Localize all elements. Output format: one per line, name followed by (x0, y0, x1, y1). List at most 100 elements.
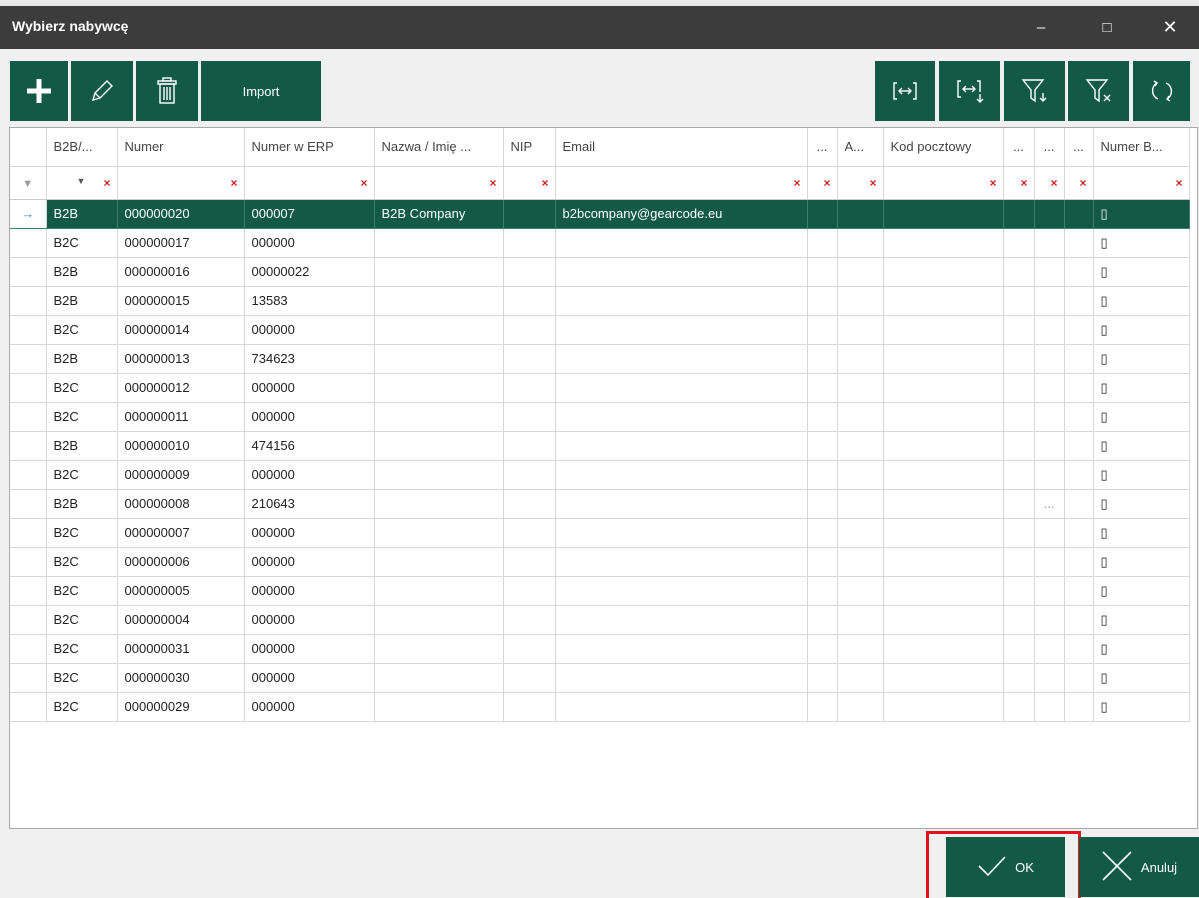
column-header[interactable]: NIP (503, 128, 556, 167)
clear-filter-icon[interactable]: × (989, 176, 996, 190)
clear-filter-icon[interactable]: × (103, 176, 110, 190)
dialog-footer: OK Anuluj (0, 829, 1199, 898)
table-row[interactable]: B2C 000000006 000000 ▯ (10, 547, 1190, 577)
plus-icon (26, 78, 52, 104)
column-header[interactable]: Numer w ERP (244, 128, 375, 167)
table-row[interactable]: B2B 000000016 00000022 ▯ (10, 257, 1190, 287)
table-cell (807, 315, 838, 345)
table-row[interactable]: B2C 000000030 000000 ▯ (10, 663, 1190, 693)
table-cell: ▯ (1093, 518, 1190, 548)
clear-filter-icon[interactable]: × (1175, 176, 1182, 190)
table-cell (1034, 663, 1065, 693)
clear-filter-icon[interactable]: × (489, 176, 496, 190)
filter-add-icon (1021, 77, 1049, 105)
clear-filter-icon[interactable]: × (1020, 176, 1027, 190)
filter-cell[interactable]: × (1034, 166, 1065, 200)
table-row[interactable]: B2C 000000007 000000 ▯ (10, 518, 1190, 548)
fit-columns-down-button[interactable] (939, 61, 1000, 121)
column-header[interactable]: ... (807, 128, 838, 167)
table-row[interactable]: B2C 000000005 000000 ▯ (10, 576, 1190, 606)
refresh-button[interactable] (1133, 61, 1190, 121)
table-cell (1003, 199, 1035, 229)
column-header[interactable]: Numer (117, 128, 245, 167)
table-cell (807, 634, 838, 664)
filter-cell[interactable]: × (1093, 166, 1190, 200)
filter-cell[interactable]: ▼ × (46, 166, 118, 200)
clear-filter-icon[interactable]: × (1050, 176, 1057, 190)
cancel-button[interactable]: Anuluj (1079, 837, 1199, 897)
table-cell: B2C (46, 663, 118, 693)
table-cell (837, 576, 884, 606)
column-header[interactable]: ... (1003, 128, 1035, 167)
column-header[interactable]: ... (1064, 128, 1094, 167)
table-cell (1003, 315, 1035, 345)
clear-filter-icon[interactable]: × (823, 176, 830, 190)
table-cell (837, 373, 884, 403)
edit-button[interactable] (71, 61, 133, 121)
table-row[interactable]: → B2B 000000020 000007 B2B Company b2bcompany… (10, 199, 1190, 229)
table-row[interactable]: B2B 000000008 210643... ▯ (10, 489, 1190, 519)
filter-cell[interactable]: × (837, 166, 884, 200)
filter-cell[interactable]: × (503, 166, 556, 200)
table-row[interactable]: B2C 000000029 000000 ▯ (10, 692, 1190, 722)
table-cell: B2C (46, 605, 118, 635)
table-cell: B2C (46, 547, 118, 577)
table-cell (374, 663, 504, 693)
fit-columns-button[interactable] (875, 61, 935, 121)
filter-add-button[interactable] (1004, 61, 1065, 121)
column-header[interactable]: ... (1034, 128, 1065, 167)
ok-button[interactable]: OK (946, 837, 1065, 897)
clear-filter-icon[interactable]: × (230, 176, 237, 190)
clear-filter-icon[interactable]: × (1079, 176, 1086, 190)
maximize-button[interactable]: □ (1075, 6, 1139, 49)
filter-cell[interactable]: × (117, 166, 245, 200)
filter-cell[interactable]: × (1064, 166, 1094, 200)
clear-filter-icon[interactable]: × (869, 176, 876, 190)
filter-cell[interactable]: × (244, 166, 375, 200)
clear-filter-icon[interactable]: × (541, 176, 548, 190)
column-header[interactable]: Email (555, 128, 808, 167)
table-cell (837, 547, 884, 577)
table-row[interactable]: B2C 000000017 000000 ▯ (10, 228, 1190, 258)
clear-filter-icon[interactable]: × (360, 176, 367, 190)
filter-cell[interactable]: × (883, 166, 1004, 200)
table-cell (807, 199, 838, 229)
table-cell (807, 489, 838, 519)
table-row[interactable]: B2C 000000004 000000 ▯ (10, 605, 1190, 635)
table-row[interactable]: B2B 000000013 734623 ▯ (10, 344, 1190, 374)
table-cell (837, 228, 884, 258)
import-button[interactable]: Import (201, 61, 321, 121)
table-cell (1034, 373, 1065, 403)
table-cell (883, 692, 1004, 722)
column-header[interactable]: A... (837, 128, 884, 167)
table-cell (374, 634, 504, 664)
dropdown-arrow-icon[interactable]: ▼ (77, 176, 86, 186)
minimize-button[interactable]: – (1009, 6, 1073, 49)
table-row[interactable]: B2C 000000014 000000 ▯ (10, 315, 1190, 345)
delete-button[interactable] (136, 61, 198, 121)
table-row[interactable]: B2B 000000010 474156 ▯ (10, 431, 1190, 461)
table-row[interactable]: B2B 000000015 13583 ▯ (10, 286, 1190, 316)
column-header[interactable]: B2B/... (46, 128, 118, 167)
column-header[interactable]: Numer B... (1093, 128, 1190, 167)
table-cell (807, 518, 838, 548)
buyers-grid[interactable]: B2B/... Numer Numer w ERP Nazwa / Imię ... N… (9, 127, 1198, 829)
table-row[interactable]: B2C 000000012 000000 ▯ (10, 373, 1190, 403)
filter-clear-button[interactable] (1068, 61, 1129, 121)
table-row[interactable]: B2C 000000009 000000 ▯ (10, 460, 1190, 490)
filter-cell[interactable]: × (1003, 166, 1035, 200)
table-row[interactable]: B2C 000000031 000000 ▯ (10, 634, 1190, 664)
table-cell (555, 692, 808, 722)
column-header[interactable]: Kod pocztowy (883, 128, 1004, 167)
add-button[interactable] (10, 61, 68, 121)
close-button[interactable]: ✕ (1138, 6, 1199, 49)
table-cell: 000000 (244, 228, 375, 258)
table-cell: B2C (46, 576, 118, 606)
filter-cell[interactable]: × (807, 166, 838, 200)
filter-cell[interactable]: × (555, 166, 808, 200)
column-header[interactable]: Nazwa / Imię ... (374, 128, 504, 167)
table-cell (374, 286, 504, 316)
table-row[interactable]: B2C 000000011 000000 ▯ (10, 402, 1190, 432)
filter-cell[interactable]: × (374, 166, 504, 200)
clear-filter-icon[interactable]: × (793, 176, 800, 190)
